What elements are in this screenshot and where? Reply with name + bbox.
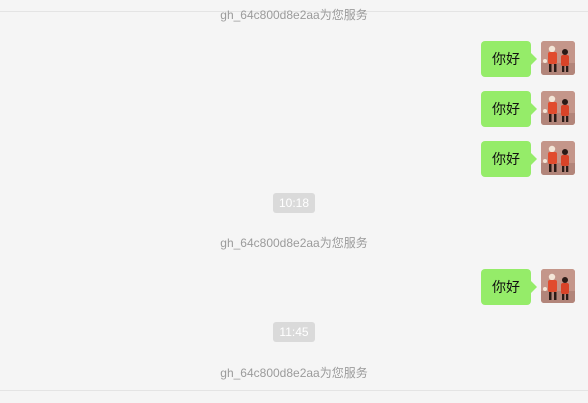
avatar-icon[interactable]: [541, 91, 575, 125]
avatar-icon[interactable]: [541, 41, 575, 75]
avatar-icon[interactable]: [541, 141, 575, 175]
bottom-divider: [0, 390, 588, 391]
message-row: 你好: [0, 41, 588, 77]
message-row: 你好: [0, 269, 588, 305]
message-bubble[interactable]: 你好: [481, 41, 537, 77]
service-notice: gh_64c800d8e2aa为您服务: [220, 366, 368, 380]
message-bubble[interactable]: 你好: [481, 269, 537, 305]
service-notice: gh_64c800d8e2aa为您服务: [220, 236, 368, 250]
message-bubble[interactable]: 你好: [481, 91, 537, 127]
avatar-icon[interactable]: [541, 269, 575, 303]
message-row: 你好: [0, 91, 588, 127]
timestamp-row: 10:18: [0, 193, 588, 213]
timestamp-chip: 11:45: [273, 322, 315, 342]
timestamp-row: 11:45: [0, 322, 588, 342]
message-row: 你好: [0, 141, 588, 177]
service-notice: gh_64c800d8e2aa为您服务: [220, 8, 368, 22]
timestamp-chip: 10:18: [272, 193, 316, 213]
message-bubble[interactable]: 你好: [481, 141, 537, 177]
chat-window: gh_64c800d8e2aa为您服务 你好 你好 你好 10:18 gh_64…: [0, 0, 588, 403]
